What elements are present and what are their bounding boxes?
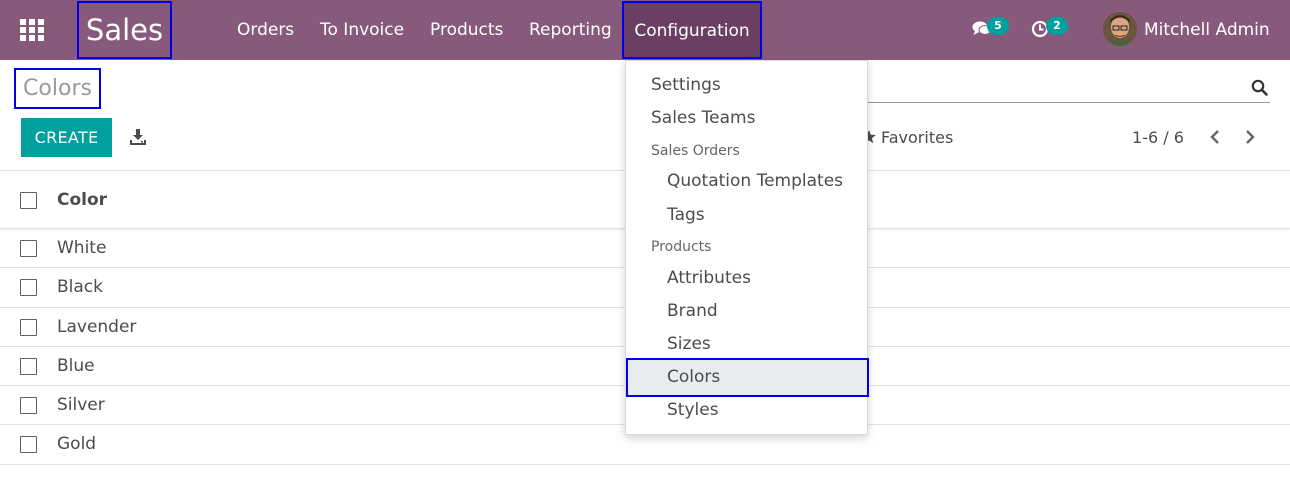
- menu-item-sales-teams[interactable]: Sales Teams: [626, 102, 867, 135]
- create-button[interactable]: CREATE: [21, 118, 112, 157]
- menu-item-brand[interactable]: Brand: [626, 295, 867, 328]
- row-checkbox[interactable]: [20, 279, 37, 297]
- messages-button[interactable]: 5: [972, 17, 1016, 43]
- row-checkbox[interactable]: [20, 397, 37, 415]
- avatar: [1103, 12, 1137, 46]
- menu-item-settings[interactable]: Settings: [626, 69, 867, 102]
- select-all-checkbox[interactable]: [20, 192, 37, 209]
- row-label[interactable]: Silver: [57, 386, 105, 425]
- row-label[interactable]: Blue: [57, 347, 95, 386]
- menu-header-sales-orders: Sales Orders: [651, 143, 740, 159]
- app-brand[interactable]: Sales: [77, 1, 172, 59]
- search-input[interactable]: [868, 72, 1270, 103]
- menu-item-attributes[interactable]: Attributes: [626, 262, 867, 295]
- row-checkbox[interactable]: [20, 357, 37, 375]
- menu-item-colors[interactable]: Colors: [626, 358, 869, 397]
- top-navbar: Sales Orders To Invoice Products Reporti…: [0, 0, 1290, 60]
- app-grid-icon[interactable]: [20, 19, 44, 41]
- row-label[interactable]: White: [57, 229, 106, 268]
- menu-orders[interactable]: Orders: [237, 0, 294, 60]
- row-checkbox[interactable]: [20, 240, 37, 257]
- menu-reporting[interactable]: Reporting: [529, 0, 612, 60]
- pager-value[interactable]: 1-6 / 6: [1132, 127, 1184, 149]
- activities-button[interactable]: 2: [1031, 17, 1075, 43]
- messages-badge: 5: [987, 17, 1009, 35]
- menu-item-tags[interactable]: Tags: [626, 199, 867, 232]
- column-header-color[interactable]: Color: [57, 171, 107, 229]
- chevron-right-icon[interactable]: [1243, 128, 1257, 146]
- menu-header-products: Products: [651, 239, 712, 255]
- row-label[interactable]: Gold: [57, 425, 96, 464]
- configuration-dropdown: Settings Sales Teams Sales Orders Quotat…: [625, 60, 869, 435]
- menu-configuration[interactable]: Configuration: [622, 1, 762, 59]
- download-icon[interactable]: [129, 128, 147, 146]
- row-label[interactable]: Black: [57, 268, 103, 307]
- chevron-left-icon[interactable]: [1208, 128, 1222, 146]
- favorites-button[interactable]: Favorites: [862, 127, 953, 149]
- menu-item-sizes[interactable]: Sizes: [626, 328, 867, 361]
- row-checkbox[interactable]: [20, 436, 37, 454]
- user-name: Mitchell Admin: [1144, 20, 1270, 40]
- menu-item-quotation-templates[interactable]: Quotation Templates: [626, 165, 867, 198]
- row-checkbox[interactable]: [20, 318, 37, 336]
- menu-to-invoice[interactable]: To Invoice: [320, 0, 404, 60]
- menu-item-styles[interactable]: Styles: [626, 394, 867, 427]
- search-icon[interactable]: [1251, 79, 1268, 96]
- row-label[interactable]: Lavender: [57, 308, 136, 347]
- page-title: Colors: [14, 68, 101, 109]
- favorites-label: Favorites: [881, 128, 954, 147]
- menu-products[interactable]: Products: [430, 0, 503, 60]
- activities-badge: 2: [1046, 17, 1068, 35]
